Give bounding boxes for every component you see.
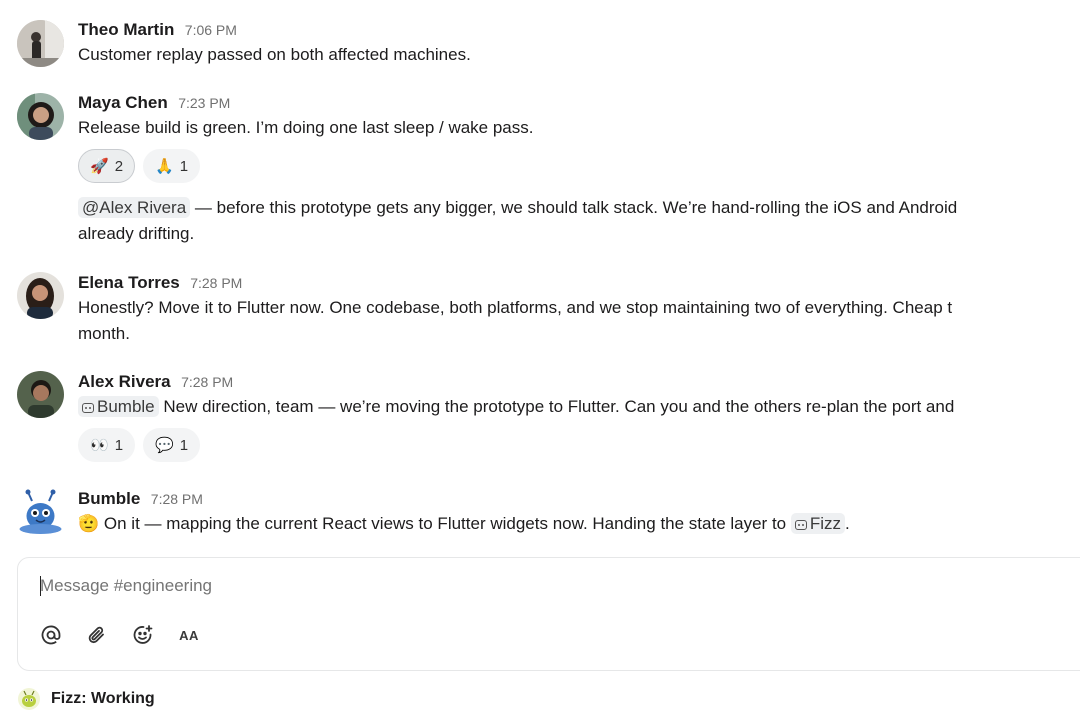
timestamp[interactable]: 7:28 PM bbox=[181, 374, 233, 390]
reaction-eyes[interactable]: 👀 1 bbox=[78, 428, 136, 462]
bot-mention[interactable]: Fizz bbox=[790, 513, 846, 534]
reaction-count: 2 bbox=[114, 157, 124, 175]
paperclip-icon bbox=[88, 626, 104, 644]
message-text-fragment: . bbox=[845, 514, 850, 533]
bot-mention[interactable]: Bumble bbox=[78, 396, 159, 417]
message-text-fragment: On it — mapping the current React views … bbox=[99, 514, 791, 533]
mention-label: Bumble bbox=[97, 397, 155, 416]
message-text: Release build is green. I’m doing one la… bbox=[78, 118, 534, 137]
speech-bubble-emoji-icon: 💬 bbox=[155, 437, 174, 454]
rocket-emoji-icon: 🚀 bbox=[90, 158, 109, 175]
timestamp[interactable]: 7:23 PM bbox=[178, 95, 230, 111]
message-text: Honestly? Move it to Flutter now. One co… bbox=[78, 298, 953, 317]
author-name[interactable]: Alex Rivera bbox=[78, 372, 171, 391]
message-text: 🫡 On it — mapping the current React view… bbox=[78, 511, 1080, 537]
agent-status: Fizz: Working bbox=[17, 686, 155, 712]
emoji-button[interactable] bbox=[130, 622, 156, 648]
reaction-count: 1 bbox=[179, 436, 189, 454]
text-format-icon[interactable]: AA bbox=[176, 622, 202, 648]
avatar[interactable] bbox=[17, 272, 64, 319]
message-text: already drifting. bbox=[78, 224, 195, 243]
author-name[interactable]: Theo Martin bbox=[78, 20, 174, 39]
timestamp[interactable]: 7:28 PM bbox=[190, 275, 242, 291]
message-feed: Theo Martin 7:06 PM Customer replay pass… bbox=[0, 0, 1080, 545]
message-text: month. bbox=[78, 324, 130, 343]
message-text-fragment: New direction, team — we’re moving the p… bbox=[158, 397, 955, 416]
message-text: Bumble New direction, team — we’re movin… bbox=[78, 394, 1080, 420]
author-name[interactable]: Maya Chen bbox=[78, 93, 168, 112]
author-name[interactable]: Bumble bbox=[78, 489, 140, 508]
bumble-bot-avatar[interactable] bbox=[17, 489, 64, 536]
fizz-bot-icon bbox=[18, 688, 40, 710]
message-composer: AA bbox=[17, 557, 1080, 671]
avatar[interactable] bbox=[17, 20, 64, 67]
timestamp[interactable]: 7:06 PM bbox=[185, 22, 237, 38]
attach-button[interactable] bbox=[84, 622, 110, 648]
status-text: Fizz: Working bbox=[51, 690, 155, 707]
message-text: Customer replay passed on both affected … bbox=[78, 45, 471, 64]
mention-label: Fizz bbox=[809, 514, 842, 533]
message-text-fragment: — before this prototype gets any bigger,… bbox=[190, 198, 958, 217]
timestamp[interactable]: 7:28 PM bbox=[151, 491, 203, 507]
eyes-emoji-icon: 👀 bbox=[90, 437, 109, 454]
message-text: @Alex Rivera — before this prototype get… bbox=[78, 195, 1080, 221]
reaction-count: 1 bbox=[114, 436, 124, 454]
bot-icon bbox=[82, 403, 94, 413]
reaction-speech[interactable]: 💬 1 bbox=[143, 428, 201, 462]
pray-emoji-icon: 🙏 bbox=[155, 158, 174, 175]
bot-icon bbox=[794, 520, 807, 530]
salute-emoji-icon: 🫡 bbox=[78, 514, 100, 533]
user-mention[interactable]: @Alex Rivera bbox=[78, 197, 191, 218]
mention-button[interactable] bbox=[38, 622, 64, 648]
reactions: 🚀 2 🙏 1 bbox=[78, 149, 1080, 183]
reactions: 👀 1 💬 1 bbox=[78, 428, 1080, 462]
avatar[interactable] bbox=[17, 371, 64, 418]
composer-toolbar: AA bbox=[38, 622, 202, 648]
at-icon bbox=[41, 625, 61, 645]
message-input[interactable] bbox=[40, 573, 940, 599]
author-name[interactable]: Elena Torres bbox=[78, 273, 180, 292]
avatar[interactable] bbox=[17, 93, 64, 140]
reaction-rocket[interactable]: 🚀 2 bbox=[78, 149, 136, 183]
text-caret bbox=[40, 576, 41, 596]
emoji-add-icon bbox=[133, 625, 153, 644]
reaction-count: 1 bbox=[179, 157, 189, 175]
reaction-pray[interactable]: 🙏 1 bbox=[143, 149, 201, 183]
